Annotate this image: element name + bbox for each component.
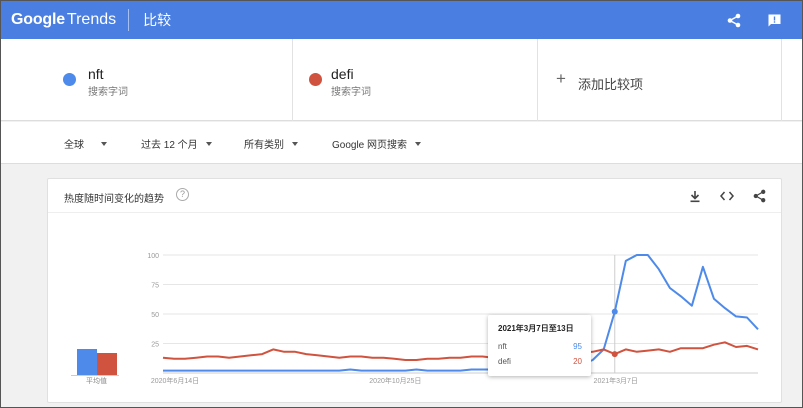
- tooltip-row-defi: defi 20: [498, 357, 582, 366]
- highlight-point-defi: [611, 351, 618, 358]
- time-filter[interactable]: 过去 12 个月: [141, 136, 212, 151]
- filter-bar: 全球 过去 12 个月 所有类别 Google 网页搜索: [1, 122, 802, 164]
- tooltip-value: 20: [573, 357, 582, 366]
- chevron-down-icon: [415, 141, 422, 146]
- average-bar-nft: [77, 349, 97, 375]
- term-type: 搜索字词: [331, 87, 371, 98]
- term-name: nft: [88, 66, 104, 82]
- series-line-defi: [162, 341, 759, 361]
- header-actions: [724, 10, 784, 30]
- plus-icon: +: [556, 69, 566, 88]
- top-app-bar: Google Trends 比较: [1, 1, 802, 39]
- time-filter-label: 过去 12 个月: [141, 140, 198, 151]
- category-filter[interactable]: 所有类别: [244, 136, 298, 151]
- y-tick-label: 100: [147, 253, 159, 260]
- x-tick-label: 2021年3月7日: [594, 376, 638, 385]
- tooltip-value: 95: [573, 342, 582, 351]
- card-title: 热度随时间变化的趋势: [64, 194, 164, 205]
- header-divider: [128, 9, 130, 31]
- term-name: defi: [331, 66, 354, 82]
- x-tick-label: 2020年10月25日: [369, 376, 421, 385]
- defi-color-dot: [309, 73, 322, 86]
- average-label: 平均值: [86, 378, 107, 385]
- chevron-down-icon: [101, 141, 107, 146]
- feedback-icon[interactable]: [764, 10, 784, 30]
- chart-tooltip: 2021年3月7日至13日 nft 95 defi 20: [488, 315, 591, 376]
- add-comparison-label: 添加比较项: [578, 77, 644, 92]
- region-filter[interactable]: 全球: [64, 136, 107, 151]
- embed-code-icon[interactable]: [717, 186, 737, 206]
- highlight-point-nft: [611, 308, 618, 315]
- x-tick-label: 2020年6月14日: [151, 376, 199, 385]
- y-tick-label: 50: [151, 312, 159, 319]
- interest-over-time-card: 热度随时间变化的趋势 ? 平均值 25 50 75 100 2020年6月14日 2020…: [47, 178, 782, 403]
- trend-line-chart[interactable]: 25 50 75 100 2020年6月14日 2020年10月25日 2021年3月7日: [143, 239, 763, 385]
- average-bar-defi: [97, 353, 117, 375]
- share-icon[interactable]: [749, 186, 769, 206]
- add-comparison-button[interactable]: + 添加比较项: [538, 39, 782, 121]
- chevron-down-icon: [292, 141, 298, 146]
- term-card-nft[interactable]: nft 搜索字词: [1, 39, 293, 121]
- search-type-filter[interactable]: Google 网页搜索: [332, 136, 422, 151]
- tooltip-date: 2021年3月7日至13日: [498, 324, 574, 333]
- logo-google-text: Google: [11, 11, 65, 28]
- chevron-down-icon: [205, 141, 212, 146]
- page-title: 比较: [143, 12, 172, 28]
- nft-color-dot: [63, 73, 76, 86]
- average-bars: [75, 349, 125, 375]
- series-line-nft: [163, 254, 759, 372]
- help-icon[interactable]: ?: [176, 188, 189, 201]
- google-trends-logo[interactable]: Google Trends: [11, 11, 116, 29]
- search-type-filter-label: Google 网页搜索: [332, 140, 408, 151]
- card-divider: [48, 212, 781, 213]
- tooltip-term: nft: [498, 342, 507, 351]
- y-tick-label: 25: [151, 342, 159, 349]
- download-icon[interactable]: [685, 186, 705, 206]
- tooltip-row-nft: nft 95: [498, 342, 582, 351]
- category-filter-label: 所有类别: [244, 140, 284, 151]
- y-tick-label: 75: [151, 283, 159, 290]
- region-filter-label: 全球: [64, 140, 84, 151]
- term-card-defi[interactable]: defi 搜索字词: [293, 39, 538, 121]
- card-actions: [685, 186, 769, 206]
- term-type: 搜索字词: [88, 87, 128, 98]
- share-icon[interactable]: [724, 10, 744, 30]
- tooltip-term: defi: [498, 357, 511, 366]
- logo-trends-text: Trends: [66, 11, 117, 28]
- search-terms-bar: nft 搜索字词 defi 搜索字词 + 添加比较项: [1, 39, 802, 121]
